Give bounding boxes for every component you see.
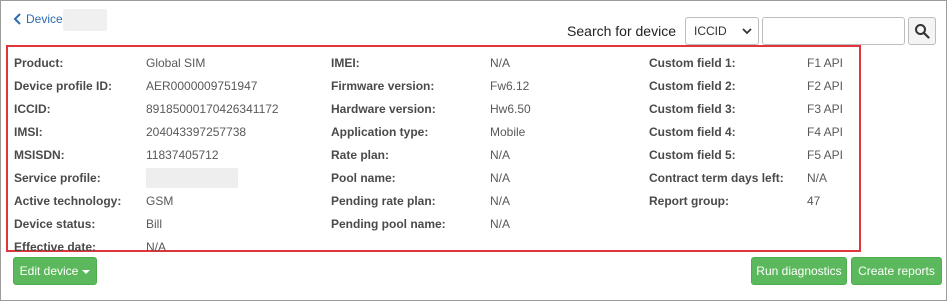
detail-row-application-type: Application type: Mobile [331,120,531,143]
detail-label: Rate plan: [331,147,390,162]
detail-label: Custom field 1: [649,55,736,70]
detail-label: MSISDN: [14,147,65,162]
detail-label: Custom field 4: [649,124,736,139]
device-search: Search for device ICCID [567,17,936,45]
details-column-2: IMEI: N/A Firmware version: Fw6.12 Hardw… [331,51,531,235]
edit-device-label: Edit device [19,264,79,278]
chevron-left-icon [13,13,21,25]
search-type-select[interactable]: ICCID [685,17,759,45]
detail-value: F2 API [807,78,844,93]
detail-row-hardware-version: Hardware version: Hw6.50 [331,97,531,120]
detail-row-effective-date: Effective date: N/A [14,235,279,258]
detail-label: Pending pool name: [331,216,446,231]
detail-label: Device profile ID: [14,78,113,93]
detail-label: ICCID: [14,101,51,116]
detail-row-custom-field-1: Custom field 1: F1 API [649,51,843,74]
detail-value: N/A [490,170,511,185]
detail-row-custom-field-3: Custom field 3: F3 API [649,97,843,120]
detail-row-pending-rate-plan: Pending rate plan: N/A [331,189,531,212]
detail-label: Custom field 2: [649,78,736,93]
detail-label: IMEI: [331,55,360,70]
detail-row-device-status: Device status: Bill [14,212,279,235]
detail-label: Application type: [331,124,429,139]
detail-value: N/A [807,170,828,185]
device-details-window: Devices Search for device ICCID Product:… [0,0,947,301]
detail-label: Pending rate plan: [331,193,436,208]
redacted-value [146,167,238,188]
detail-value: N/A [146,239,167,254]
detail-row-rate-plan: Rate plan: N/A [331,143,531,166]
detail-value: Hw6.50 [490,101,531,116]
detail-label: Report group: [649,193,729,208]
detail-label: Custom field 5: [649,147,736,162]
search-input[interactable] [762,17,905,45]
chevron-down-icon [742,27,752,34]
detail-label: Hardware version: [331,101,436,116]
detail-row-pool-name: Pool name: N/A [331,166,531,189]
detail-value: N/A [490,193,511,208]
detail-value: F1 API [807,55,844,70]
search-label: Search for device [567,23,676,39]
detail-value: N/A [490,147,511,162]
detail-row-imei: IMEI: N/A [331,51,531,74]
details-column-3: Custom field 1: F1 API Custom field 2: F… [649,51,843,212]
detail-value: F5 API [807,147,844,162]
detail-value: 47 [807,193,821,208]
create-reports-button[interactable]: Create reports [851,257,942,285]
detail-row-active-technology: Active technology: GSM [14,189,279,212]
detail-value: N/A [490,55,511,70]
detail-row-device-profile-id: Device profile ID: AER0000009751947 [14,74,279,97]
detail-value: GSM [146,193,174,208]
detail-label: Firmware version: [331,78,435,93]
detail-value: N/A [490,216,511,231]
detail-row-custom-field-4: Custom field 4: F4 API [649,120,843,143]
detail-label: Active technology: [14,193,122,208]
search-button[interactable] [908,17,936,45]
detail-label: Effective date: [14,239,97,254]
detail-value: F4 API [807,124,844,139]
search-icon [915,24,930,39]
caret-down-icon [82,270,91,274]
detail-row-msisdn: MSISDN: 11837405712 [14,143,279,166]
redacted-breadcrumb [63,9,107,31]
detail-row-product: Product: Global SIM [14,51,279,74]
detail-row-imsi: IMSI: 204043397257738 [14,120,279,143]
detail-row-firmware-version: Firmware version: Fw6.12 [331,74,531,97]
detail-row-iccid: ICCID: 89185000170426341172 [14,97,279,120]
detail-label: Service profile: [14,170,101,185]
device-details-panel: Product: Global SIM Device profile ID: A… [6,45,861,254]
detail-row-custom-field-5: Custom field 5: F5 API [649,143,843,166]
detail-value: Bill [146,216,163,231]
detail-label: IMSI: [14,124,43,139]
detail-label: Contract term days left: [649,170,784,185]
detail-value: 204043397257738 [146,124,247,139]
detail-label: Custom field 3: [649,101,736,116]
breadcrumb[interactable]: Devices [13,12,69,26]
detail-value: Mobile [490,124,526,139]
details-column-1: Product: Global SIM Device profile ID: A… [14,51,279,258]
detail-label: Product: [14,55,64,70]
detail-value: F3 API [807,101,844,116]
run-diagnostics-button[interactable]: Run diagnostics [751,257,847,285]
detail-value: 89185000170426341172 [146,101,279,116]
edit-device-button[interactable]: Edit device [13,257,97,285]
detail-label: Device status: [14,216,96,231]
detail-value: Fw6.12 [490,78,530,93]
detail-value: 11837405712 [146,147,219,162]
search-type-value: ICCID [694,24,727,38]
detail-value: AER0000009751947 [146,78,258,93]
detail-label: Pool name: [331,170,396,185]
detail-row-pending-pool-name: Pending pool name: N/A [331,212,531,235]
detail-value: Global SIM [146,55,206,70]
detail-row-custom-field-2: Custom field 2: F2 API [649,74,843,97]
detail-row-contract-term-days-left: Contract term days left: N/A [649,166,843,189]
detail-row-report-group: Report group: 47 [649,189,843,212]
detail-row-service-profile: Service profile: [14,166,279,189]
